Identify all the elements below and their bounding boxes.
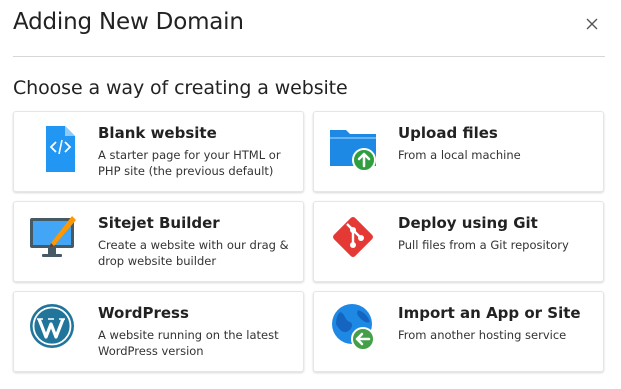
dialog-title: Adding New Domain xyxy=(13,9,244,35)
option-wordpress[interactable]: WordPress A website running on the lates… xyxy=(13,291,304,372)
option-name: Deploy using Git xyxy=(398,214,538,232)
option-description: Pull files from a Git repository xyxy=(398,238,569,252)
option-description: Create a website with our drag & drop we… xyxy=(98,238,289,268)
option-name: Import an App or Site xyxy=(398,304,581,322)
section-subtitle: Choose a way of creating a website xyxy=(13,77,348,99)
option-blank-website[interactable]: Blank website A starter page for your HT… xyxy=(13,111,304,192)
wordpress-icon xyxy=(28,302,78,352)
option-import-app[interactable]: Import an App or Site From another hosti… xyxy=(313,291,604,372)
close-icon[interactable] xyxy=(582,14,602,34)
git-icon xyxy=(328,212,378,262)
folder-upload-icon xyxy=(328,122,378,172)
option-description: From another hosting service xyxy=(398,328,567,342)
option-deploy-git[interactable]: Deploy using Git Pull files from a Git r… xyxy=(313,201,604,282)
globe-import-icon xyxy=(328,302,378,352)
monitor-brush-icon xyxy=(28,212,78,262)
option-name: Upload files xyxy=(398,124,498,142)
option-description: A website running on the latest WordPres… xyxy=(98,328,279,358)
option-name: Sitejet Builder xyxy=(98,214,220,232)
option-description: A starter page for your HTML or PHP site… xyxy=(98,148,281,178)
option-upload-files[interactable]: Upload files From a local machine xyxy=(313,111,604,192)
option-name: Blank website xyxy=(98,124,217,142)
option-description: From a local machine xyxy=(398,148,521,162)
divider xyxy=(13,56,605,57)
add-domain-dialog: Adding New Domain Choose a way of creati… xyxy=(0,0,621,389)
option-sitejet-builder[interactable]: Sitejet Builder Create a website with ou… xyxy=(13,201,304,282)
option-name: WordPress xyxy=(98,304,189,322)
file-code-icon xyxy=(28,122,78,178)
